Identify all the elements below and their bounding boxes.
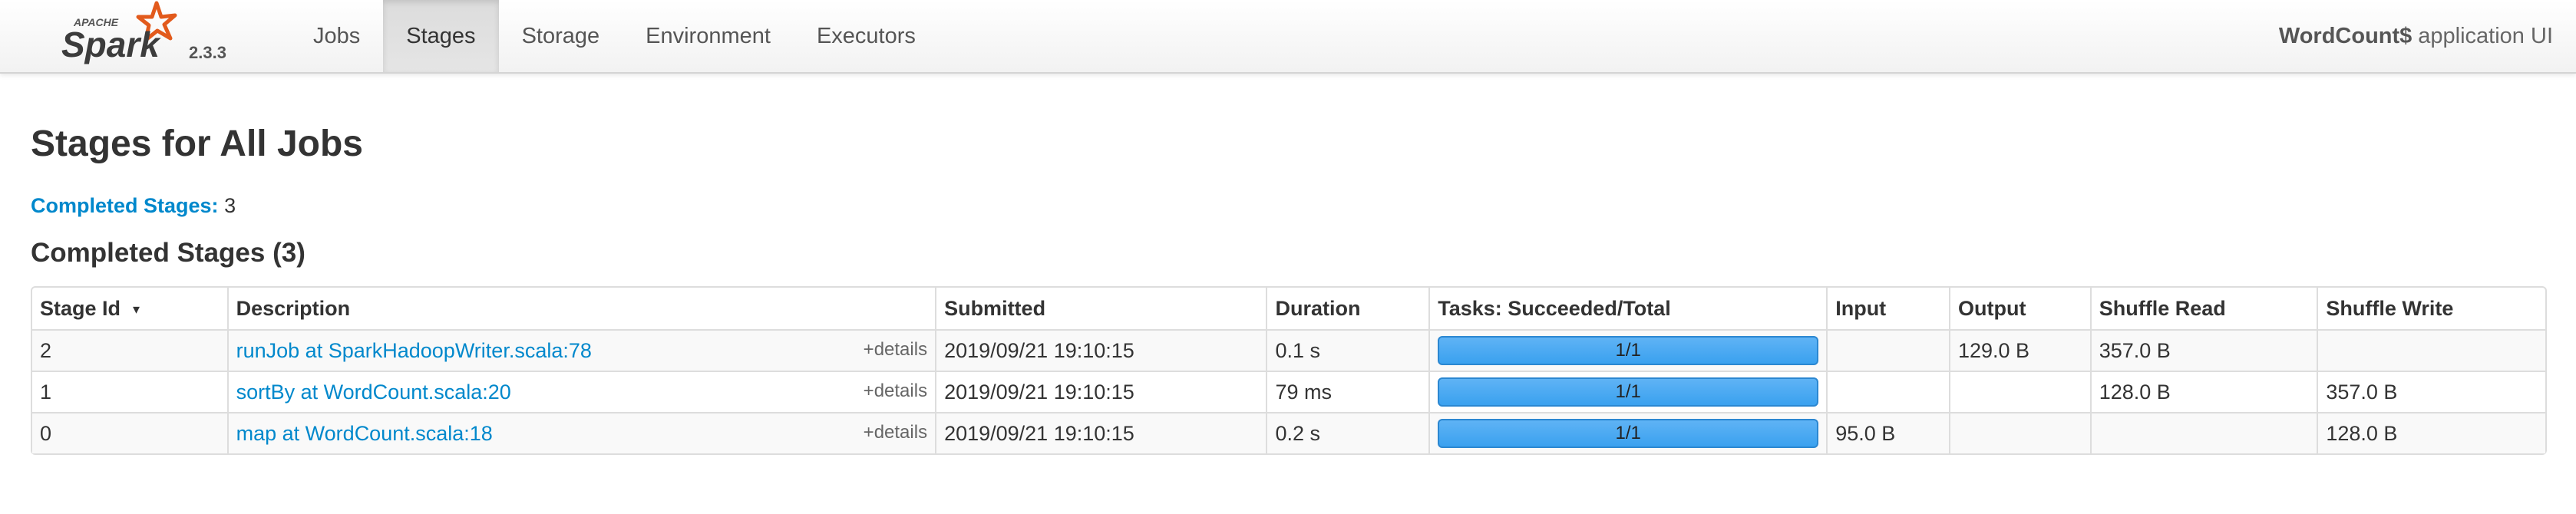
completed-stages-table: Stage Id ▾ Description Submitted Duration…	[31, 286, 2547, 455]
app-name: WordCount$	[2278, 23, 2413, 48]
tab-environment[interactable]: Environment	[623, 0, 794, 72]
app-suffix: application UI	[2418, 23, 2553, 48]
spark-logo[interactable]: APACHE Spark 2.3.3	[58, 0, 243, 74]
cell-output	[1948, 371, 2090, 412]
cell-duration: 79 ms	[1266, 371, 1429, 412]
cell-description: runJob at SparkHadoopWriter.scala:78 +de…	[226, 329, 936, 371]
header-output[interactable]: Output	[1948, 288, 2090, 329]
cell-submitted: 2019/09/21 19:10:15	[935, 412, 1267, 453]
spark-logo-icon: APACHE Spark	[61, 1, 177, 64]
header-tasks[interactable]: Tasks: Succeeded/Total	[1428, 288, 1826, 329]
cell-duration: 0.2 s	[1266, 412, 1429, 453]
top-navbar: APACHE Spark 2.3.3 Jobs Stages Storage E…	[0, 0, 2576, 74]
cell-submitted: 2019/09/21 19:10:15	[935, 329, 1267, 371]
cell-output	[1948, 412, 2090, 453]
section-title[interactable]: Completed Stages (3)	[31, 238, 305, 269]
cell-shuffle-read: 128.0 B	[2089, 371, 2317, 412]
details-toggle[interactable]: +details	[864, 422, 927, 443]
cell-stage-id: 2	[32, 329, 227, 371]
cell-shuffle-read	[2089, 412, 2317, 453]
tab-executors[interactable]: Executors	[794, 0, 939, 72]
tab-storage[interactable]: Storage	[499, 0, 623, 72]
header-submitted[interactable]: Submitted	[935, 288, 1266, 329]
stage-description-link[interactable]: map at WordCount.scala:18	[236, 422, 493, 445]
cell-stage-id: 1	[32, 371, 227, 412]
header-input[interactable]: Input	[1826, 288, 1949, 329]
cell-shuffle-read: 357.0 B	[2089, 329, 2317, 371]
cell-shuffle-write: 128.0 B	[2317, 412, 2545, 453]
spark-version: 2.3.3	[189, 43, 226, 62]
cell-stage-id: 0	[32, 412, 227, 453]
details-toggle[interactable]: +details	[864, 339, 927, 361]
tab-stages[interactable]: Stages	[383, 0, 499, 72]
details-toggle[interactable]: +details	[864, 381, 927, 402]
table-row: 1 sortBy at WordCount.scala:20 +details …	[32, 371, 2545, 412]
cell-output: 129.0 B	[1948, 329, 2090, 371]
cell-input: 95.0 B	[1826, 412, 1949, 453]
table-header-row: Stage Id ▾ Description Submitted Duration…	[32, 288, 2545, 329]
stage-summary: Completed Stages: 3	[31, 194, 236, 218]
cell-shuffle-write	[2317, 329, 2545, 371]
completed-stages-link[interactable]: Completed Stages:	[31, 194, 219, 217]
stage-description-link[interactable]: runJob at SparkHadoopWriter.scala:78	[236, 339, 592, 362]
cell-duration: 0.1 s	[1266, 329, 1429, 371]
header-description[interactable]: Description	[226, 288, 935, 329]
cell-tasks: 1/1	[1428, 329, 1827, 371]
task-progress-label: 1/1	[1615, 381, 1641, 402]
app-title: WordCount$ application UI	[2279, 0, 2553, 72]
task-progress-label: 1/1	[1615, 423, 1641, 443]
tab-jobs[interactable]: Jobs	[290, 0, 383, 72]
nav-tabs: Jobs Stages Storage Environment Executor…	[290, 0, 939, 74]
completed-stages-count: 3	[224, 194, 236, 217]
header-shuffle-read[interactable]: Shuffle Read	[2089, 288, 2317, 329]
task-progress-label: 1/1	[1615, 340, 1641, 361]
cell-description: sortBy at WordCount.scala:20 +details	[226, 371, 936, 412]
brand-name-text: Spark	[61, 25, 161, 64]
cell-tasks: 1/1	[1428, 371, 1827, 412]
page-title: Stages for All Jobs	[31, 124, 363, 164]
header-stage-id[interactable]: Stage Id ▾	[32, 288, 227, 329]
task-progress-bar: 1/1	[1438, 336, 1819, 365]
task-progress-bar: 1/1	[1438, 377, 1819, 407]
cell-description: map at WordCount.scala:18 +details	[226, 412, 936, 453]
table-row: 2 runJob at SparkHadoopWriter.scala:78 +…	[32, 329, 2545, 371]
cell-submitted: 2019/09/21 19:10:15	[935, 371, 1267, 412]
header-duration[interactable]: Duration	[1266, 288, 1428, 329]
header-shuffle-write[interactable]: Shuffle Write	[2317, 288, 2545, 329]
task-progress-bar: 1/1	[1438, 419, 1819, 448]
stage-description-link[interactable]: sortBy at WordCount.scala:20	[236, 381, 511, 404]
sort-desc-icon: ▾	[133, 301, 140, 317]
cell-shuffle-write: 357.0 B	[2317, 371, 2545, 412]
cell-input	[1826, 371, 1949, 412]
cell-input	[1826, 329, 1949, 371]
cell-tasks: 1/1	[1428, 412, 1827, 453]
table-row: 0 map at WordCount.scala:18 +details 201…	[32, 412, 2545, 453]
